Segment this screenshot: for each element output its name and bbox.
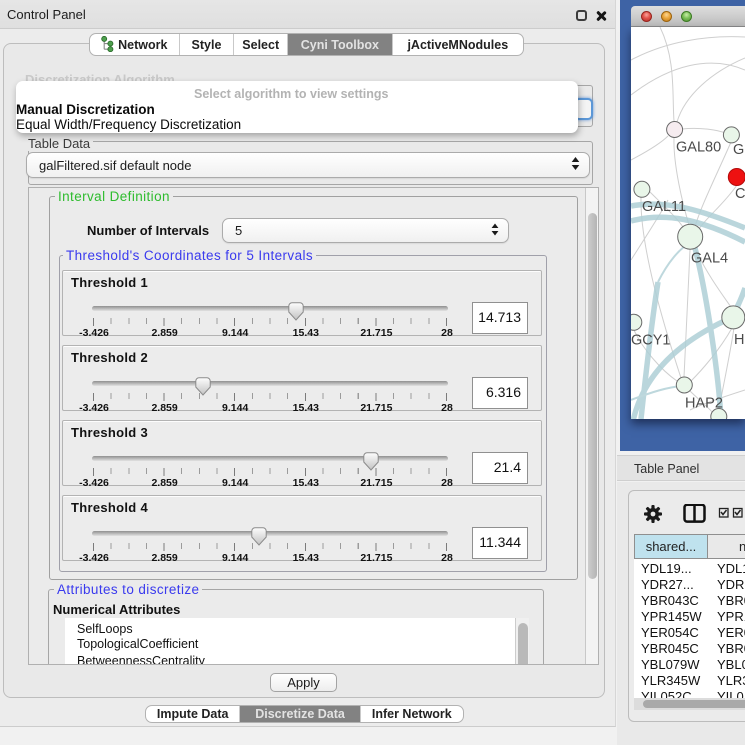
svg-text:C: C: [735, 186, 745, 202]
svg-text:GAL80: GAL80: [676, 140, 721, 156]
svg-text:GAL4: GAL4: [691, 251, 728, 267]
svg-text:H: H: [734, 332, 744, 348]
svg-text:GAL11: GAL11: [642, 199, 686, 215]
svg-text:G.: G.: [733, 142, 745, 158]
svg-text:HAP2: HAP2: [685, 396, 723, 412]
svg-text:GCY1: GCY1: [631, 333, 671, 349]
